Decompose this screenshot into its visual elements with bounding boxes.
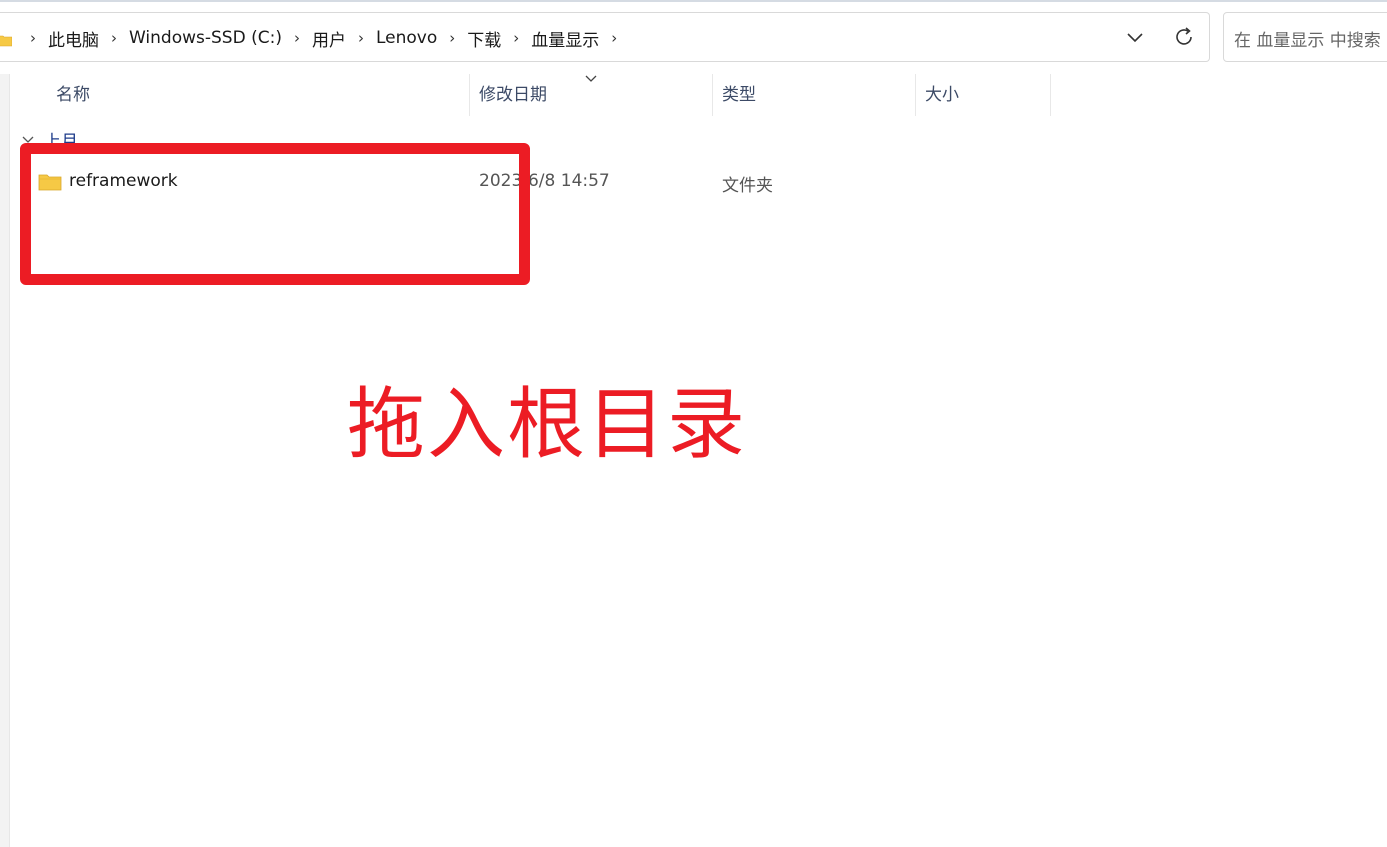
breadcrumb-this-pc[interactable]: 此电脑 xyxy=(44,26,103,51)
column-divider[interactable] xyxy=(1050,74,1051,116)
chevron-right-icon[interactable]: › xyxy=(103,29,125,47)
column-divider[interactable] xyxy=(469,74,470,116)
column-header-type-label: 类型 xyxy=(722,85,756,105)
sort-indicator-icon xyxy=(585,75,597,82)
address-bar[interactable]: › 此电脑 › Windows-SSD (C:) › 用户 › Lenovo ›… xyxy=(0,12,1210,62)
annotation-text: 拖入根目录 xyxy=(347,380,748,470)
chevron-right-icon[interactable]: › xyxy=(505,29,527,47)
search-placeholder: 在 血量显示 中搜索 xyxy=(1234,31,1381,51)
column-header-date-label: 修改日期 xyxy=(479,85,547,105)
column-header-row: 名称 修改日期 类型 大小 xyxy=(0,74,1060,116)
chevron-right-icon[interactable]: › xyxy=(350,29,372,47)
navigation-pane-edge xyxy=(0,74,10,847)
column-header-size[interactable]: 大小 xyxy=(925,74,1045,116)
breadcrumb-users[interactable]: 用户 xyxy=(308,26,350,51)
folder-icon xyxy=(0,35,12,47)
refresh-icon[interactable] xyxy=(1172,25,1196,49)
highlight-annotation-box xyxy=(20,143,530,285)
search-input[interactable]: 在 血量显示 中搜索 xyxy=(1223,12,1387,62)
column-header-name-label: 名称 xyxy=(56,85,90,105)
chevron-right-icon[interactable]: › xyxy=(22,29,44,47)
breadcrumb-lenovo[interactable]: Lenovo xyxy=(372,28,441,48)
breadcrumb-downloads[interactable]: 下载 xyxy=(463,26,505,51)
chevron-right-icon[interactable]: › xyxy=(286,29,308,47)
breadcrumb: › 此电脑 › Windows-SSD (C:) › 用户 › Lenovo ›… xyxy=(22,25,625,51)
chevron-right-icon[interactable]: › xyxy=(603,29,625,47)
column-divider[interactable] xyxy=(712,74,713,116)
window-top-border xyxy=(0,0,1387,2)
file-type: 文件夹 xyxy=(722,176,773,196)
breadcrumb-current-folder[interactable]: 血量显示 xyxy=(527,26,603,51)
breadcrumb-drive-c[interactable]: Windows-SSD (C:) xyxy=(125,28,286,48)
column-header-name[interactable]: 名称 xyxy=(56,74,466,116)
column-header-type[interactable]: 类型 xyxy=(722,74,912,116)
column-divider[interactable] xyxy=(915,74,916,116)
column-header-size-label: 大小 xyxy=(925,85,959,105)
chevron-down-icon[interactable] xyxy=(1123,25,1147,49)
chevron-right-icon[interactable]: › xyxy=(441,29,463,47)
